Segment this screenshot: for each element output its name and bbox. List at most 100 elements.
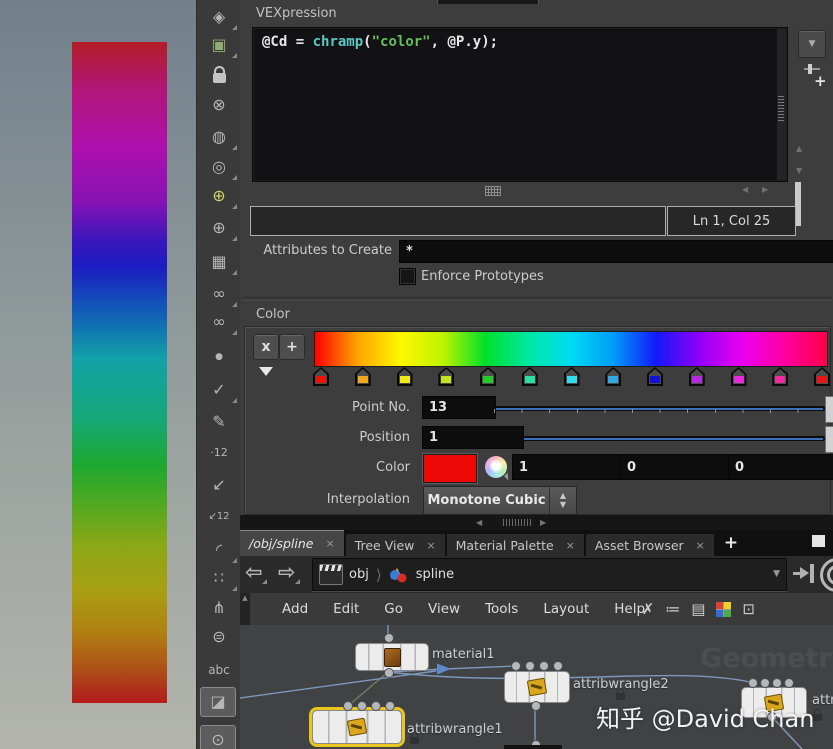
ramp-marker-1[interactable] — [313, 367, 329, 386]
layout-grid-icon[interactable]: ⊡ — [742, 600, 755, 618]
ramp-marker-8[interactable] — [605, 367, 621, 386]
list-lines-icon[interactable]: ▤ — [691, 600, 705, 618]
attributes-to-create-input[interactable]: * — [399, 240, 833, 263]
new-tab-button[interactable]: + — [724, 533, 738, 556]
collapse-right-icon[interactable]: ▶ — [762, 185, 768, 194]
node-connector-dot[interactable] — [784, 678, 794, 688]
expand-editor-icon[interactable]: + — [802, 62, 830, 92]
editor-resize-grip[interactable] — [485, 186, 501, 196]
link-radar-icon[interactable] — [820, 558, 833, 592]
points-display-icon[interactable]: ● — [197, 343, 241, 371]
tab-close-icon[interactable]: × — [696, 539, 705, 552]
ramp-marker-3[interactable] — [397, 367, 413, 386]
node-connector-dot[interactable] — [384, 633, 394, 643]
editor-scroll-grip[interactable] — [778, 95, 784, 121]
brush-display-icon[interactable]: ✓ — [197, 376, 241, 404]
vector-display-icon[interactable]: ↙ — [197, 471, 241, 499]
path-dropdown-icon[interactable]: ▼ — [773, 569, 780, 579]
char-display-icon[interactable]: abc — [197, 656, 241, 684]
tab-close-icon[interactable]: × — [426, 539, 435, 552]
node-connector-dot[interactable] — [748, 678, 758, 688]
prim-numbers-icon[interactable]: ↙12 — [197, 503, 241, 531]
node-connector-dot[interactable] — [343, 701, 353, 711]
node-connector-dot[interactable] — [553, 661, 563, 671]
editor-menu-button[interactable]: ▼ — [798, 30, 826, 58]
ramp-marker-4[interactable] — [438, 367, 454, 386]
menu-layout[interactable]: Layout — [543, 601, 589, 617]
node-connector-dot[interactable] — [539, 661, 549, 671]
node-connector-dot[interactable] — [357, 701, 367, 711]
ramp-add-point-button[interactable]: + — [279, 334, 305, 360]
node-connector-dot[interactable] — [384, 668, 394, 678]
menu-go[interactable]: Go — [384, 601, 403, 617]
occlusion-icon[interactable]: ⊗ — [197, 91, 241, 119]
collapse-left-icon[interactable]: ◀ — [742, 185, 748, 194]
path-root[interactable]: obj — [349, 567, 369, 582]
tab-obj-spline[interactable]: /obj/spline × — [240, 530, 344, 556]
point-no-input[interactable]: 13 — [422, 396, 496, 419]
ramp-delete-point-button[interactable]: x — [253, 334, 279, 360]
forward-button[interactable]: ⇨ — [278, 560, 296, 584]
add-shadow-light-icon[interactable]: ⊕ — [197, 214, 241, 242]
normals-icon[interactable]: ⋔ — [197, 594, 241, 622]
shade-mode-icon[interactable]: ▦ — [197, 248, 241, 276]
position-input[interactable]: 1 — [422, 426, 524, 449]
node-connector-dot[interactable] — [385, 701, 395, 711]
path-field[interactable]: obj ⟩ spline ▼ — [312, 558, 787, 591]
color-r-input[interactable]: 1 — [512, 454, 622, 480]
lock-icon[interactable] — [197, 61, 241, 89]
interpolation-spinner[interactable]: ▲▼ — [549, 487, 576, 514]
node-connector-dot[interactable] — [531, 701, 541, 711]
point-no-slider-handle[interactable] — [825, 396, 833, 423]
node-connector-dot[interactable] — [511, 661, 521, 671]
ramp-marker-11[interactable] — [731, 367, 747, 386]
pin-pane-icon[interactable] — [793, 561, 817, 587]
partial-node[interactable] — [504, 745, 562, 749]
position-slider-handle[interactable] — [825, 426, 833, 453]
menu-add[interactable]: Add — [282, 601, 308, 617]
tab-close-icon[interactable]: × — [566, 539, 575, 552]
divider-grip[interactable] — [503, 519, 533, 526]
pane-handle[interactable] — [437, 0, 539, 4]
secure-selection-icon[interactable]: ▣ — [197, 31, 241, 59]
color-g-input[interactable]: 0 — [620, 454, 730, 480]
view-layout-icon[interactable]: ◈ — [197, 3, 241, 31]
tab-asset-browser[interactable]: Asset Browser × — [586, 534, 714, 556]
point-numbers-icon[interactable]: ·12 — [197, 438, 241, 466]
color-b-input[interactable]: 0 — [728, 454, 833, 480]
scene-visualizers-icon[interactable]: ∞ — [197, 308, 241, 336]
back-button[interactable]: ⇦ — [245, 560, 263, 584]
ramp-marker-7[interactable] — [564, 367, 580, 386]
node-connector-dot[interactable] — [760, 678, 770, 688]
ramp-marker-12[interactable] — [772, 367, 788, 386]
tab-close-icon[interactable]: × — [325, 537, 334, 550]
color-swatch[interactable] — [423, 454, 477, 483]
ramp-marker-5[interactable] — [480, 367, 496, 386]
editor-scrollbar[interactable] — [777, 29, 786, 180]
ramp-marker-10[interactable] — [689, 367, 705, 386]
node-material1[interactable] — [355, 643, 429, 671]
camera-icon[interactable]: ⊙ — [201, 726, 235, 749]
vex-code-editor[interactable]: @Cd = chramp("color", @P.y); — [252, 27, 788, 182]
scene-viewport[interactable] — [0, 0, 196, 749]
add-light-icon[interactable]: ⊕ — [197, 182, 241, 210]
pane-divider[interactable]: ◀ ▶ — [240, 515, 833, 530]
node-connector-dot[interactable] — [772, 678, 782, 688]
maximize-pane-icon[interactable] — [812, 535, 825, 547]
menu-tools[interactable]: Tools — [485, 601, 518, 617]
enforce-prototypes-checkbox[interactable] — [399, 268, 416, 285]
color-ramp-gradient[interactable] — [314, 331, 828, 367]
menu-edit[interactable]: Edit — [333, 601, 359, 617]
ghost-objects-icon[interactable]: ◍ — [197, 123, 241, 151]
network-editor[interactable]: Geometry material1attribwrangle2attribwr… — [240, 625, 833, 749]
node-attribwrangle2[interactable] — [504, 671, 570, 703]
visualizers-icon[interactable]: ∞ — [197, 280, 241, 308]
node-connector-dot[interactable] — [525, 661, 535, 671]
snapshot-icon[interactable]: ◪ — [201, 688, 235, 716]
ramp-marker-13[interactable] — [814, 367, 830, 386]
headlight-icon[interactable]: ◎ — [197, 153, 241, 181]
group-dots-icon[interactable]: ∷ — [197, 564, 241, 592]
position-slider[interactable] — [522, 436, 825, 441]
profile-curve-icon[interactable]: ◜ — [197, 536, 241, 564]
node-connector-dot[interactable] — [371, 701, 381, 711]
